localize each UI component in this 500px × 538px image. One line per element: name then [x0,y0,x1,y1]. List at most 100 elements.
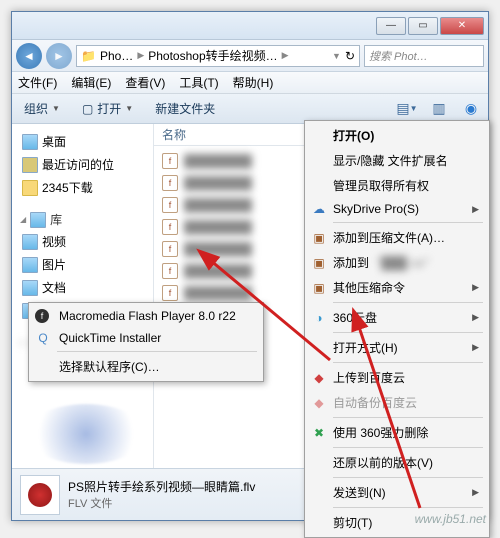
ctx-label-blur: "███.rar" [377,256,429,270]
ctx-force-delete[interactable]: ✖使用 360强力删除 [307,420,487,445]
openwith-flash[interactable]: f Macromedia Flash Player 8.0 r22 [31,305,261,327]
file-name: ████████ [184,286,252,300]
ctx-open-with[interactable]: 打开方式(H) ▶ [307,335,487,360]
maximize-button[interactable]: ▭ [408,17,438,35]
file-name: ████████ [184,198,252,212]
menu-view[interactable]: 查看(V) [125,74,165,91]
selected-file-name: PS照片转手绘系列视频—眼睛篇.flv [68,478,255,495]
nav-libraries-header[interactable]: ◢库 [16,209,149,230]
cloud-icon: ◑ [311,310,327,326]
separator [333,417,483,418]
chevron-right-icon: ▶ [137,50,144,61]
videos-icon [22,234,38,250]
nav-pictures[interactable]: 图片 [16,253,149,276]
nav-forward-button[interactable]: ► [46,43,72,69]
menu-file[interactable]: 文件(F) [18,74,57,91]
new-folder-button[interactable]: 新建文件夹 [149,98,221,119]
menu-help[interactable]: 帮助(H) [233,74,274,91]
breadcrumb[interactable]: 📁 Pho… ▶ Photoshop转手绘视频… ▶ ▼ ↻ [76,45,360,67]
openwith-quicktime[interactable]: Q QuickTime Installer [31,327,261,349]
view-options-button[interactable]: ▤ ▼ [396,98,418,120]
submenu-arrow-icon: ▶ [472,342,479,353]
chevron-down-icon: ▼ [52,104,60,113]
ctx-label: 打开方式(H) [333,339,398,356]
flash-icon: f [35,309,49,323]
nav-desktop[interactable]: 桌面 [16,130,149,153]
breadcrumb-segment[interactable]: Photoshop转手绘视频… [148,47,277,64]
ctx-add-archive[interactable]: ▣添加到压缩文件(A)… [307,225,487,250]
nav-videos[interactable]: 视频 [16,230,149,253]
ctx-skydrive[interactable]: ☁SkyDrive Pro(S)▶ [307,198,487,220]
nav-label: 桌面 [42,133,66,150]
ctx-label: 发送到(N) [333,484,386,501]
separator [333,447,483,448]
nav-documents[interactable]: 文档 [16,276,149,299]
minimize-button[interactable]: — [376,17,406,35]
nav-label: 视频 [42,233,66,250]
search-placeholder: 搜索 Phot… [369,48,428,64]
preview-pane-button[interactable]: ▥ [428,98,450,120]
nav-back-button[interactable]: ◄ [16,43,42,69]
ctx-other-archive[interactable]: ▣其他压缩命令▶ [307,275,487,300]
file-thumbnail [20,475,60,515]
menu-tools[interactable]: 工具(T) [179,74,218,91]
file-details: PS照片转手绘系列视频—眼睛篇.flv FLV 文件 [68,478,255,511]
flv-icon: f [162,263,178,279]
open-button[interactable]: ▢ 打开 ▼ [76,98,139,119]
separator [333,302,483,303]
organize-button[interactable]: 组织 ▼ [18,98,66,119]
nav-label: 图片 [42,256,66,273]
submenu-arrow-icon: ▶ [472,312,479,323]
titlebar: — ▭ ✕ [12,12,488,40]
open-icon: ▢ [82,102,93,116]
nav-label: 文档 [42,279,66,296]
ctx-add-to[interactable]: ▣添加到"███.rar" [307,250,487,275]
nav-label: 最近访问的位 [42,156,114,173]
flv-icon: f [162,241,178,257]
ctx-label: Macromedia Flash Player 8.0 r22 [59,309,236,323]
ctx-label: 管理员取得所有权 [333,177,429,194]
ctx-open[interactable]: 打开(O) [307,123,487,148]
flv-icon: f [162,153,178,169]
openwith-choose[interactable]: 选择默认程序(C)… [31,354,261,379]
ctx-backup-baidu: ◆自动备份百度云 [307,390,487,415]
search-input[interactable]: 搜索 Phot… [364,45,484,67]
ctx-label: 剪切(T) [333,514,372,531]
flv-icon: f [162,175,178,191]
chevron-right-icon: ▶ [282,50,289,61]
chevron-down-icon[interactable]: ▼ [332,51,341,61]
expand-icon: ◢ [20,215,26,224]
ctx-upload-baidu[interactable]: ◆上传到百度云 [307,365,487,390]
separator [57,351,257,352]
archive-icon: ▣ [311,280,327,296]
close-button[interactable]: ✕ [440,17,484,35]
flv-icon: f [162,197,178,213]
nav-label: 库 [50,211,62,228]
menubar: 文件(F) 编辑(E) 查看(V) 工具(T) 帮助(H) [12,72,488,94]
ctx-label: QuickTime Installer [59,331,161,345]
separator [333,477,483,478]
breadcrumb-segment[interactable]: Pho… [100,49,133,63]
flv-icon: f [162,219,178,235]
ctx-restore[interactable]: 还原以前的版本(V) [307,450,487,475]
help-button[interactable]: ◉ [460,98,482,120]
flash-icon [28,483,52,507]
ctx-cut[interactable]: 剪切(T) [307,510,487,535]
ctx-label: 选择默认程序(C)… [59,358,160,375]
ctx-label: 显示/隐藏 文件扩展名 [333,152,448,169]
file-name: ████████ [184,242,252,256]
ctx-360yun[interactable]: ◑360云盘▶ [307,305,487,330]
ctx-label: 上传到百度云 [333,369,405,386]
nav-downloads[interactable]: 2345下载 [16,176,149,199]
menu-edit[interactable]: 编辑(E) [71,74,111,91]
folder-icon [22,180,38,196]
quicktime-icon: Q [35,330,51,346]
refresh-button[interactable]: ↻ [345,49,355,63]
ctx-admin[interactable]: 管理员取得所有权 [307,173,487,198]
ctx-send-to[interactable]: 发送到(N)▶ [307,480,487,505]
ctx-label: 自动备份百度云 [333,394,417,411]
ctx-show-hide-ext[interactable]: 显示/隐藏 文件扩展名 [307,148,487,173]
nav-recent[interactable]: 最近访问的位 [16,153,149,176]
ctx-label: 添加到压缩文件(A)… [333,229,445,246]
libraries-icon [30,212,46,228]
